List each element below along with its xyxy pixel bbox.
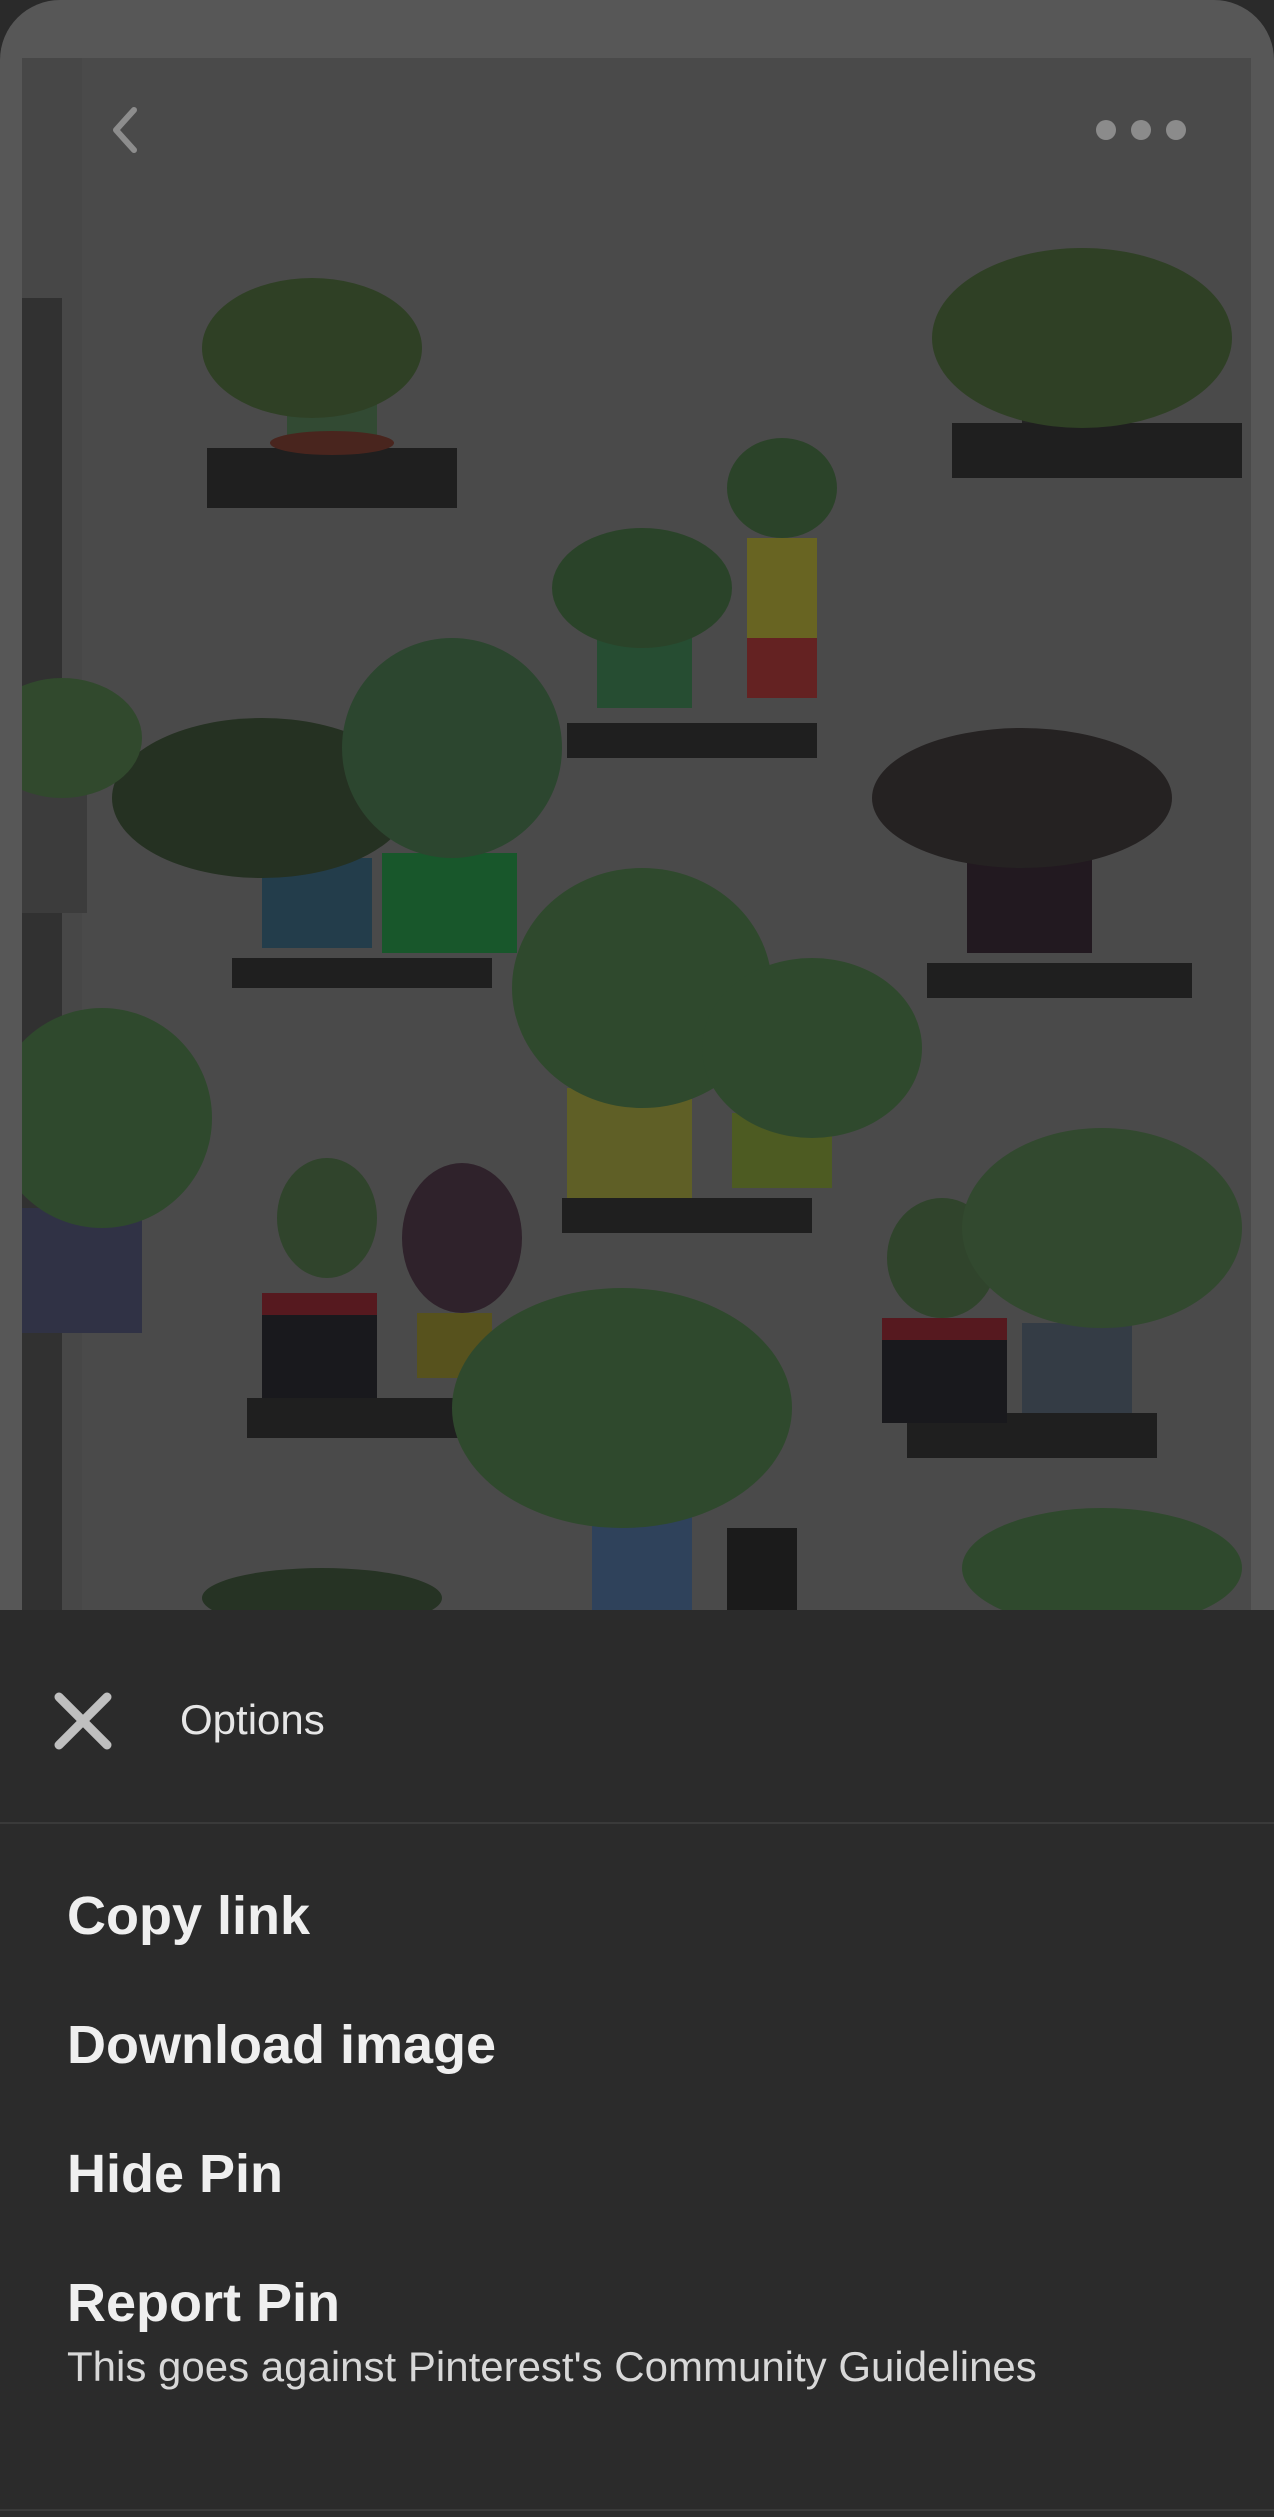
screen: Options Copy link Download image Hide Pi… bbox=[0, 0, 1274, 2517]
more-options-button[interactable] bbox=[1096, 110, 1186, 150]
more-dot bbox=[1166, 120, 1186, 140]
back-button[interactable] bbox=[95, 100, 155, 160]
close-button[interactable] bbox=[45, 1683, 120, 1758]
sheet-title: Options bbox=[180, 1696, 325, 1743]
dim-overlay bbox=[22, 58, 1251, 1610]
more-dot bbox=[1131, 120, 1151, 140]
hide-pin-item[interactable]: Hide Pin bbox=[0, 2142, 1274, 2206]
menu-item-label: Report Pin bbox=[67, 2273, 341, 2333]
menu-item-subtitle: This goes against Pinterest's Community … bbox=[67, 2343, 1037, 2390]
pin-image[interactable] bbox=[22, 58, 1251, 1610]
close-icon bbox=[54, 1692, 111, 1749]
copy-link-item[interactable]: Copy link bbox=[0, 1884, 1274, 1948]
sheet-header: Options bbox=[0, 1610, 1274, 1824]
divider bbox=[0, 2509, 1274, 2511]
download-image-item[interactable]: Download image bbox=[0, 2013, 1274, 2077]
menu-item-label: Download image bbox=[67, 2015, 497, 2075]
menu-item-label: Copy link bbox=[67, 1886, 311, 1946]
report-pin-item[interactable]: Report Pin This goes against Pinterest's… bbox=[0, 2271, 1274, 2393]
pin-closeup bbox=[0, 0, 1274, 1610]
menu-item-label: Hide Pin bbox=[67, 2144, 284, 2204]
chevron-left-icon bbox=[113, 107, 137, 153]
options-sheet: Options Copy link Download image Hide Pi… bbox=[0, 1610, 1274, 2517]
more-horizontal-icon bbox=[1096, 120, 1116, 140]
